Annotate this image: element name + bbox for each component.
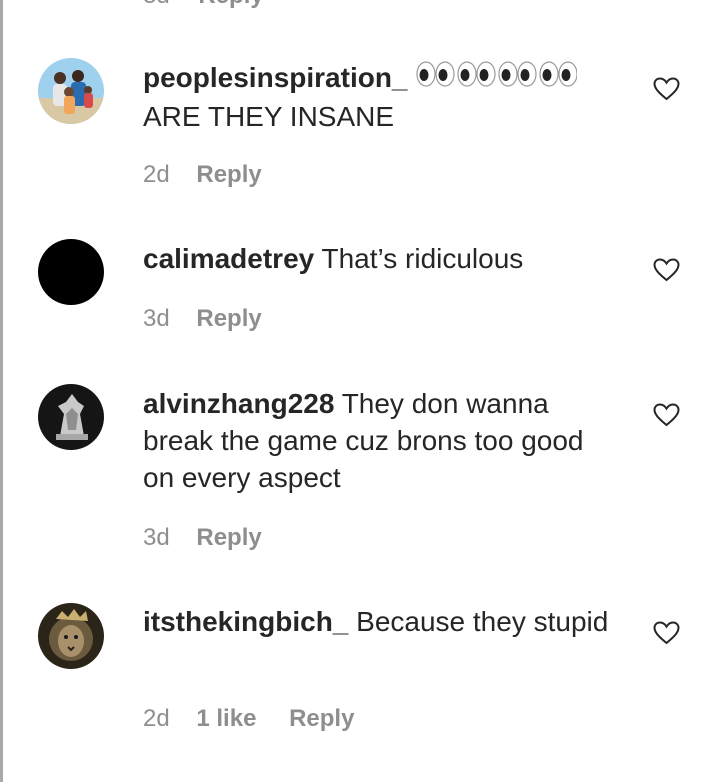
comment-time: 3d	[143, 0, 170, 9]
comment-text: calimadetrey That’s ridiculous	[143, 240, 613, 277]
likes-count-button[interactable]: 1 like	[196, 705, 256, 732]
window-edge	[0, 0, 3, 782]
comment-time: 2d	[143, 705, 170, 732]
comment-meta: 2d 1 like Reply	[143, 705, 354, 733]
comment-time: 3d	[143, 524, 170, 551]
comment-meta: 3d Reply	[143, 524, 262, 552]
comment-username[interactable]: itsthekingbich_	[143, 606, 348, 637]
comment-meta: 3d Reply	[143, 305, 262, 333]
reply-button[interactable]: Reply	[196, 305, 261, 332]
heart-outline-icon[interactable]	[653, 258, 680, 282]
eyes-emoji-icon	[415, 59, 578, 98]
comment-username[interactable]: peoplesinspiration_	[143, 62, 408, 93]
comment-username[interactable]: calimadetrey	[143, 243, 314, 274]
comment-body: ARE THEY INSANE	[143, 101, 395, 132]
avatar[interactable]	[38, 384, 104, 450]
avatar[interactable]	[38, 239, 104, 305]
comment-meta: 2d Reply	[143, 161, 262, 189]
reply-button[interactable]: Reply	[196, 161, 261, 188]
reply-button[interactable]: Reply	[289, 705, 354, 732]
heart-outline-icon[interactable]	[653, 621, 680, 645]
comment-text: alvinzhang228 They don wanna break the g…	[143, 385, 613, 496]
reply-button[interactable]: Reply	[198, 0, 263, 9]
comment-text: peoplesinspiration_ ARE THEY INSANE	[143, 59, 613, 135]
avatar[interactable]	[38, 603, 104, 669]
comment-time: 2d	[143, 161, 170, 188]
heart-outline-icon[interactable]	[653, 403, 680, 427]
previous-comment-meta: 3d Reply	[143, 0, 264, 10]
heart-outline-icon[interactable]	[653, 77, 680, 101]
comment-body: Because they stupid	[356, 606, 609, 637]
comment-body: That’s ridiculous	[321, 243, 524, 274]
statue-avatar-image	[38, 384, 104, 450]
comment-text: itsthekingbich_ Because they stupid	[143, 603, 613, 640]
lion-avatar-image	[38, 603, 104, 669]
avatar[interactable]	[38, 58, 104, 124]
reply-button[interactable]: Reply	[196, 524, 261, 551]
family-photo-avatar-image	[38, 58, 104, 124]
comment-username[interactable]: alvinzhang228	[143, 388, 334, 419]
comment-time: 3d	[143, 305, 170, 332]
